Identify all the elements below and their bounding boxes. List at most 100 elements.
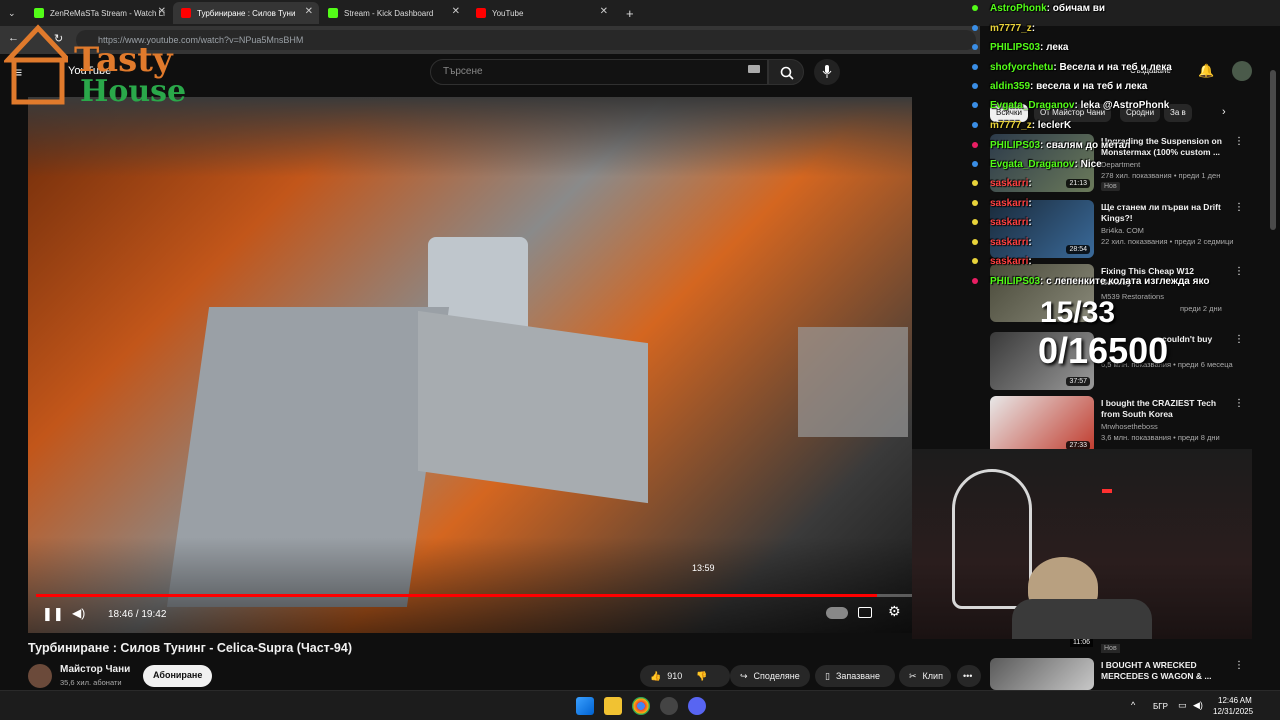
like-button[interactable]: 👍 910 👎	[640, 665, 730, 687]
recommendation-title[interactable]: I BOUGHT A WRECKED MERCEDES G WAGON & ..…	[1101, 660, 1225, 682]
keyboard-icon[interactable]	[748, 65, 760, 73]
vin-plate-shape	[798, 327, 908, 437]
share-button[interactable]: ↪ Споделяне	[730, 665, 810, 687]
recommendation-meta: 278 хил. показвания • преди 1 ден	[1101, 171, 1221, 180]
chat-message: m7777_z: leclerK	[972, 120, 1071, 131]
scissors-icon: ✂	[909, 670, 917, 681]
chat-message: saskarri:	[972, 198, 1032, 209]
subscribe-button[interactable]: Абониране	[143, 665, 213, 687]
search-button[interactable]	[768, 59, 804, 85]
more-vert-icon[interactable]: ⋮	[1234, 398, 1244, 409]
channel-name[interactable]: Майстор Чани	[60, 664, 130, 675]
webcam-overlay	[912, 449, 1252, 639]
chrome-icon[interactable]	[632, 697, 650, 715]
sub-goal-target: 0/16500	[1038, 330, 1169, 371]
recommendation-channel: Bri4ka. COM	[1101, 226, 1144, 235]
clip-label: Клип	[922, 671, 943, 681]
windows-start-icon[interactable]	[576, 697, 594, 715]
volume-icon[interactable]: ◀)	[72, 606, 85, 620]
hanging-chair-shape	[952, 469, 1032, 609]
more-actions-button[interactable]: •••	[957, 665, 981, 687]
voice-search-button[interactable]	[814, 59, 840, 85]
clock-time[interactable]: 12:46 AM	[1218, 696, 1252, 705]
search-input[interactable]: Търсене	[430, 59, 768, 85]
thumbnail[interactable]: 27:33	[990, 396, 1094, 454]
share-icon: ↪	[740, 670, 748, 681]
new-tab-button[interactable]: +	[618, 2, 640, 24]
kick-icon	[328, 8, 338, 18]
scrollbar[interactable]	[1270, 60, 1276, 690]
progress-bar[interactable]	[36, 594, 912, 597]
new-badge: Нов	[1101, 182, 1120, 191]
subtitles-icon[interactable]	[858, 607, 872, 618]
autoplay-toggle[interactable]	[826, 607, 848, 619]
tasty-house-logo: YouTube Tasty House	[4, 18, 187, 109]
avatar[interactable]	[1232, 61, 1252, 81]
language-indicator[interactable]: БГР	[1153, 702, 1168, 711]
clip-button[interactable]: ✂ Клип	[899, 665, 951, 687]
chat-text: :	[1028, 198, 1032, 209]
logo-house-text: House	[80, 74, 187, 109]
video-player[interactable]: 13:59 ❚❚ ◀) 18:46 / 19:42 ⚙	[28, 97, 912, 633]
close-icon[interactable]: ✕	[158, 6, 166, 17]
url-field[interactable]: https://www.youtube.com/watch?v=NPua5Mns…	[76, 30, 976, 50]
chat-message: AstroPhonk: обичам ви	[972, 3, 1105, 14]
microphone-icon	[822, 65, 832, 78]
led-light	[1102, 489, 1112, 493]
save-button[interactable]: ▯ Запазване	[815, 665, 895, 687]
chat-message: PHILIPS03: лека	[972, 42, 1069, 53]
file-explorer-icon[interactable]	[604, 697, 622, 715]
more-vert-icon[interactable]: ⋮	[1234, 202, 1244, 213]
network-icon[interactable]: ▭	[1178, 700, 1187, 711]
chat-username: saskarri	[990, 217, 1029, 228]
like-count: 910	[667, 671, 683, 681]
notifications-icon[interactable]: 🔔	[1198, 63, 1214, 79]
tab-youtube-video[interactable]: Турбиниране : Силов Туни ✕	[173, 2, 319, 24]
youtube-icon	[181, 8, 191, 18]
channel-avatar[interactable]	[28, 664, 52, 688]
close-icon[interactable]: ✕	[600, 6, 608, 17]
pause-icon[interactable]: ❚❚	[42, 606, 64, 622]
more-vert-icon[interactable]: ⋮	[1234, 136, 1244, 147]
chevron-up-icon[interactable]: ^	[1131, 700, 1135, 710]
chat-text: : leclerK	[1031, 120, 1072, 131]
chat-username: shofyorchetu	[990, 62, 1054, 73]
tab-kick-dashboard[interactable]: Stream - Kick Dashboard ✕	[320, 2, 466, 24]
chat-message: saskarri:	[972, 237, 1032, 248]
speaker-icon[interactable]: ◀)	[1193, 700, 1203, 711]
new-badge: Нов	[1101, 644, 1120, 653]
chat-message: saskarri:	[972, 178, 1032, 189]
recommendation-item[interactable]: Fixing This Cheap W12 Bentley M539 Resto…	[990, 264, 1250, 324]
obs-icon[interactable]	[660, 697, 678, 715]
duration-badge: 11:06	[1070, 638, 1093, 647]
more-vert-icon[interactable]: ⋮	[1234, 266, 1244, 277]
chat-message: m7777_z:	[972, 23, 1035, 34]
duration-badge: 21:13	[1066, 179, 1090, 188]
more-vert-icon[interactable]: ⋮	[1234, 660, 1244, 671]
discord-icon[interactable]	[688, 697, 706, 715]
more-icon: •••	[963, 671, 973, 681]
chat-text: :	[1028, 237, 1032, 248]
recommendation-title[interactable]: Ще станем ли първи на Drift Kings?!	[1101, 202, 1225, 224]
tab-youtube[interactable]: YouTube ✕	[468, 2, 614, 24]
chevron-right-icon[interactable]: ›	[1222, 106, 1226, 118]
chat-username: aldin359	[990, 81, 1031, 92]
close-icon[interactable]: ✕	[452, 6, 460, 17]
chat-username: saskarri	[990, 198, 1029, 209]
recommendation-item[interactable]: 27:33 I bought the CRAZIEST Tech from So…	[990, 396, 1250, 456]
settings-icon[interactable]: ⚙	[888, 603, 901, 620]
close-icon[interactable]: ✕	[305, 6, 313, 17]
more-vert-icon[interactable]: ⋮	[1234, 334, 1244, 345]
recommendation-channel: Department	[1101, 160, 1141, 169]
save-label: Запазване	[835, 671, 880, 681]
shade-top	[28, 97, 912, 177]
thumbnail[interactable]	[990, 658, 1094, 690]
clock-date[interactable]: 12/31/2025	[1213, 707, 1253, 716]
recommendation-title[interactable]: couldn't buy	[1162, 334, 1280, 345]
scrollbar-thumb[interactable]	[1270, 70, 1276, 230]
chat-username: PHILIPS03	[990, 276, 1041, 287]
sub-goal-count: 15/33	[1040, 296, 1116, 329]
recommendation-item[interactable]: 28:54 Ще станем ли първи на Drift Kings?…	[990, 200, 1250, 260]
recommendation-title[interactable]: I bought the CRAZIEST Tech from South Ko…	[1101, 398, 1225, 420]
thumbs-down-icon[interactable]: 👎	[696, 671, 707, 682]
